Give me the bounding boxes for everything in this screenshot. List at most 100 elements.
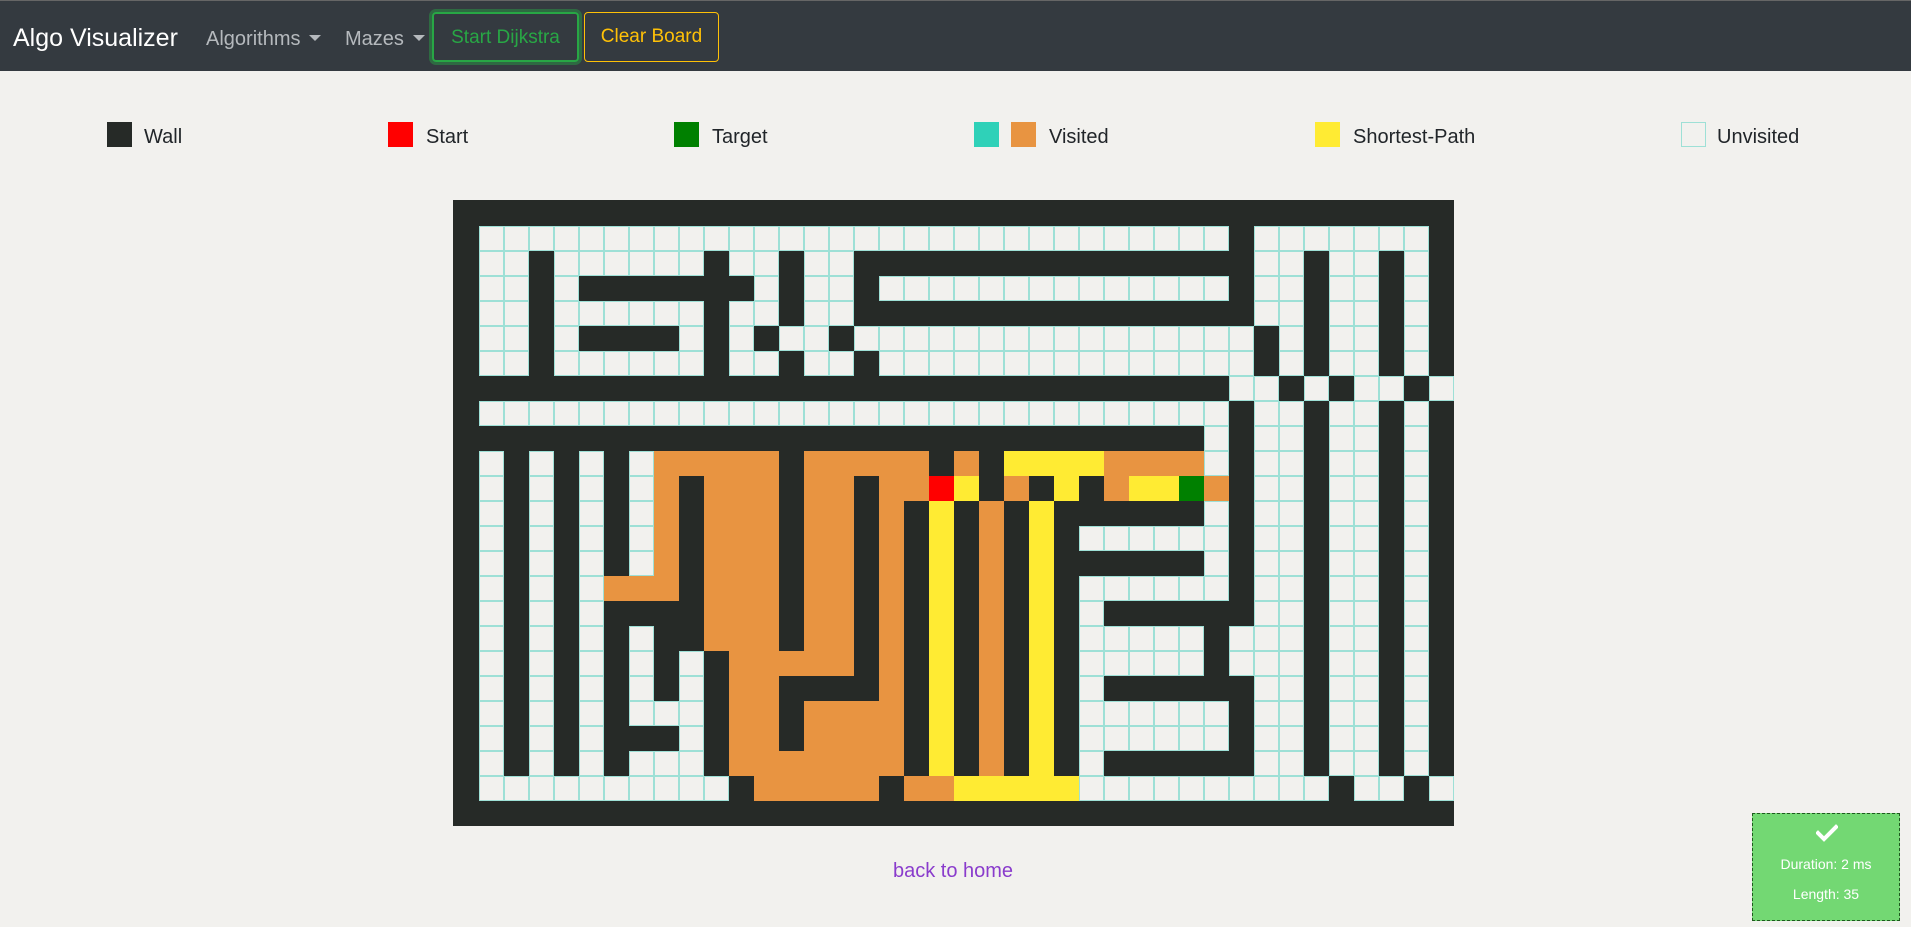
unvisited-cell[interactable] bbox=[1154, 651, 1179, 676]
visited-cell[interactable] bbox=[879, 501, 904, 526]
visited-cell[interactable] bbox=[804, 526, 829, 551]
unvisited-cell[interactable] bbox=[1354, 501, 1379, 526]
visited-cell[interactable] bbox=[729, 676, 754, 701]
shortest-path-cell[interactable] bbox=[1054, 476, 1079, 501]
target-node[interactable] bbox=[1179, 476, 1204, 501]
unvisited-cell[interactable] bbox=[579, 676, 604, 701]
unvisited-cell[interactable] bbox=[1154, 626, 1179, 651]
visited-cell[interactable] bbox=[829, 451, 854, 476]
unvisited-cell[interactable] bbox=[1204, 501, 1229, 526]
visited-cell[interactable] bbox=[979, 701, 1004, 726]
unvisited-cell[interactable] bbox=[1354, 351, 1379, 376]
unvisited-cell[interactable] bbox=[1254, 251, 1279, 276]
unvisited-cell[interactable] bbox=[1004, 401, 1029, 426]
unvisited-cell[interactable] bbox=[554, 276, 579, 301]
unvisited-cell[interactable] bbox=[654, 301, 679, 326]
visited-cell[interactable] bbox=[804, 651, 829, 676]
visited-cell[interactable] bbox=[654, 526, 679, 551]
shortest-path-cell[interactable] bbox=[1079, 451, 1104, 476]
unvisited-cell[interactable] bbox=[629, 651, 654, 676]
unvisited-cell[interactable] bbox=[1129, 351, 1154, 376]
shortest-path-cell[interactable] bbox=[1029, 501, 1054, 526]
unvisited-cell[interactable] bbox=[654, 251, 679, 276]
unvisited-cell[interactable] bbox=[629, 676, 654, 701]
unvisited-cell[interactable] bbox=[1204, 226, 1229, 251]
unvisited-cell[interactable] bbox=[1354, 626, 1379, 651]
unvisited-cell[interactable] bbox=[554, 226, 579, 251]
unvisited-cell[interactable] bbox=[629, 401, 654, 426]
unvisited-cell[interactable] bbox=[1329, 576, 1354, 601]
unvisited-cell[interactable] bbox=[754, 351, 779, 376]
unvisited-cell[interactable] bbox=[1329, 651, 1354, 676]
visited-cell[interactable] bbox=[979, 601, 1004, 626]
visited-cell[interactable] bbox=[979, 651, 1004, 676]
unvisited-cell[interactable] bbox=[1329, 426, 1354, 451]
visited-cell[interactable] bbox=[704, 626, 729, 651]
shortest-path-cell[interactable] bbox=[1029, 551, 1054, 576]
unvisited-cell[interactable] bbox=[1129, 576, 1154, 601]
unvisited-cell[interactable] bbox=[479, 601, 504, 626]
visited-cell[interactable] bbox=[1179, 451, 1204, 476]
shortest-path-cell[interactable] bbox=[1004, 776, 1029, 801]
visited-cell[interactable] bbox=[729, 701, 754, 726]
unvisited-cell[interactable] bbox=[1329, 476, 1354, 501]
unvisited-cell[interactable] bbox=[479, 751, 504, 776]
unvisited-cell[interactable] bbox=[1354, 251, 1379, 276]
unvisited-cell[interactable] bbox=[479, 451, 504, 476]
unvisited-cell[interactable] bbox=[1254, 701, 1279, 726]
unvisited-cell[interactable] bbox=[804, 326, 829, 351]
unvisited-cell[interactable] bbox=[1254, 226, 1279, 251]
unvisited-cell[interactable] bbox=[1079, 726, 1104, 751]
unvisited-cell[interactable] bbox=[504, 276, 529, 301]
visited-cell[interactable] bbox=[854, 701, 879, 726]
shortest-path-cell[interactable] bbox=[1029, 626, 1054, 651]
unvisited-cell[interactable] bbox=[1229, 351, 1254, 376]
unvisited-cell[interactable] bbox=[529, 226, 554, 251]
maze-grid[interactable] bbox=[453, 200, 1454, 826]
visited-cell[interactable] bbox=[754, 451, 779, 476]
unvisited-cell[interactable] bbox=[1354, 301, 1379, 326]
shortest-path-cell[interactable] bbox=[954, 776, 979, 801]
unvisited-cell[interactable] bbox=[529, 676, 554, 701]
unvisited-cell[interactable] bbox=[1229, 626, 1254, 651]
unvisited-cell[interactable] bbox=[754, 276, 779, 301]
visited-cell[interactable] bbox=[979, 726, 1004, 751]
visited-cell[interactable] bbox=[829, 726, 854, 751]
unvisited-cell[interactable] bbox=[1254, 676, 1279, 701]
unvisited-cell[interactable] bbox=[1254, 301, 1279, 326]
unvisited-cell[interactable] bbox=[654, 226, 679, 251]
unvisited-cell[interactable] bbox=[629, 301, 654, 326]
unvisited-cell[interactable] bbox=[904, 326, 929, 351]
unvisited-cell[interactable] bbox=[1404, 451, 1429, 476]
unvisited-cell[interactable] bbox=[679, 676, 704, 701]
unvisited-cell[interactable] bbox=[879, 351, 904, 376]
unvisited-cell[interactable] bbox=[554, 301, 579, 326]
visited-cell[interactable] bbox=[754, 501, 779, 526]
visited-cell[interactable] bbox=[1129, 451, 1154, 476]
unvisited-cell[interactable] bbox=[1354, 276, 1379, 301]
visited-cell[interactable] bbox=[654, 576, 679, 601]
unvisited-cell[interactable] bbox=[1279, 726, 1304, 751]
visited-cell[interactable] bbox=[804, 476, 829, 501]
visited-cell[interactable] bbox=[804, 551, 829, 576]
unvisited-cell[interactable] bbox=[1279, 401, 1304, 426]
unvisited-cell[interactable] bbox=[679, 226, 704, 251]
visited-cell[interactable] bbox=[754, 526, 779, 551]
unvisited-cell[interactable] bbox=[629, 351, 654, 376]
unvisited-cell[interactable] bbox=[954, 401, 979, 426]
unvisited-cell[interactable] bbox=[629, 476, 654, 501]
unvisited-cell[interactable] bbox=[1404, 651, 1429, 676]
unvisited-cell[interactable] bbox=[979, 351, 1004, 376]
visited-cell[interactable] bbox=[679, 451, 704, 476]
unvisited-cell[interactable] bbox=[1279, 276, 1304, 301]
unvisited-cell[interactable] bbox=[1179, 701, 1204, 726]
unvisited-cell[interactable] bbox=[529, 451, 554, 476]
visited-cell[interactable] bbox=[654, 501, 679, 526]
unvisited-cell[interactable] bbox=[479, 251, 504, 276]
unvisited-cell[interactable] bbox=[1279, 701, 1304, 726]
unvisited-cell[interactable] bbox=[1229, 651, 1254, 676]
unvisited-cell[interactable] bbox=[1279, 251, 1304, 276]
shortest-path-cell[interactable] bbox=[1029, 751, 1054, 776]
unvisited-cell[interactable] bbox=[1254, 426, 1279, 451]
unvisited-cell[interactable] bbox=[1154, 276, 1179, 301]
